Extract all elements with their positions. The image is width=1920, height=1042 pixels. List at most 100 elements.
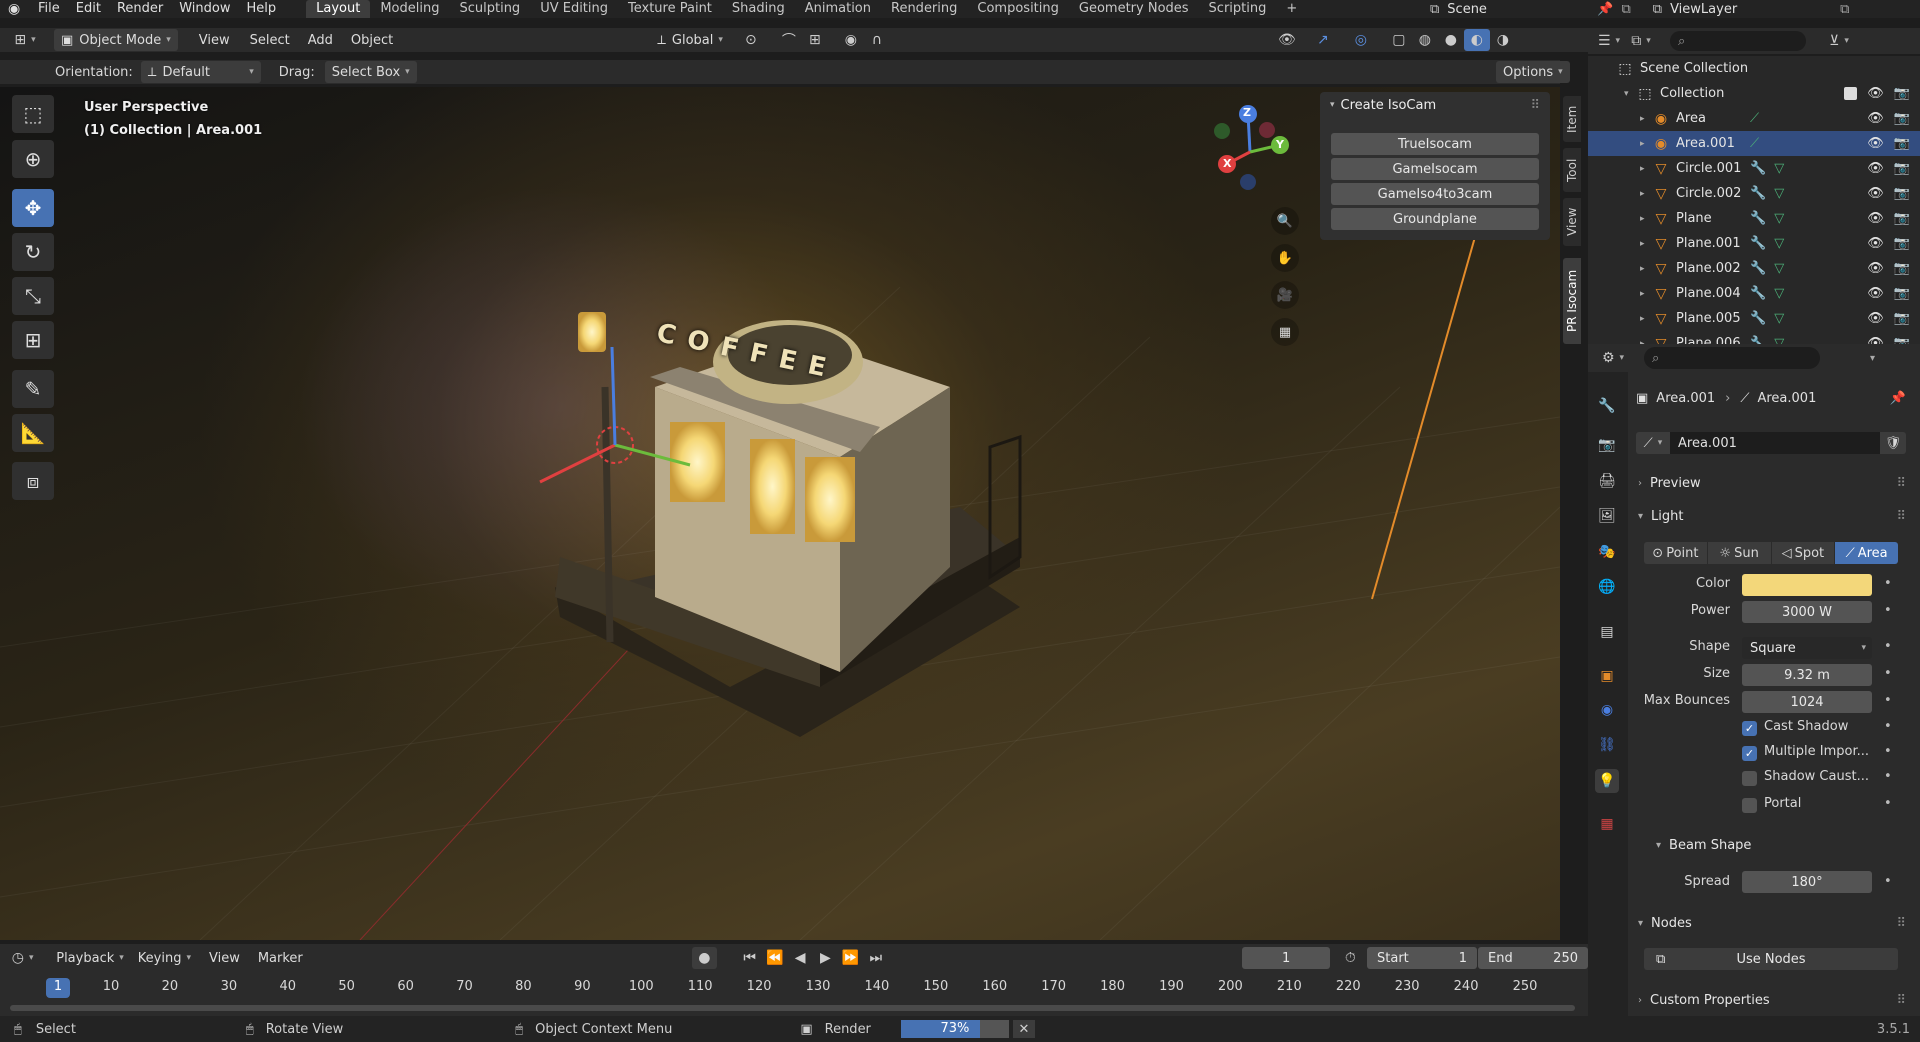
new-scene-icon[interactable]: ⧉ xyxy=(1621,2,1630,17)
timeline-scrollbar[interactable] xyxy=(10,1005,1575,1011)
modifier-icon[interactable]: 🔧 xyxy=(1750,236,1766,251)
drag-handle-icon[interactable]: ⠿ xyxy=(1896,476,1906,491)
record-icon[interactable]: ● xyxy=(691,947,718,969)
groundplane-button[interactable]: Groundplane xyxy=(1331,208,1539,230)
wireframe-shading-icon[interactable]: ◍ xyxy=(1412,29,1438,51)
light-data-icon[interactable]: ⟋ xyxy=(1750,111,1759,126)
menu-edit[interactable]: Edit xyxy=(68,0,109,18)
play-icon[interactable]: ▶ xyxy=(813,947,838,969)
falloff-icon[interactable]: ∩ xyxy=(864,29,890,51)
scale-tool[interactable]: ⤡ xyxy=(12,277,54,315)
snap-target-icon[interactable]: ⊞ xyxy=(802,29,828,51)
expand-arrow-icon[interactable]: ▸ xyxy=(1640,114,1652,124)
add-cube-tool[interactable]: ⧈ xyxy=(12,462,54,500)
modifier-icon[interactable]: 🔧 xyxy=(1750,211,1766,226)
expand-arrow-icon[interactable]: ▾ xyxy=(1624,89,1636,99)
tab-modeling[interactable]: Modeling xyxy=(370,0,449,18)
mesh-data-icon[interactable]: ▽ xyxy=(1774,236,1784,251)
prev-keyframe-icon[interactable]: ⏪ xyxy=(762,947,787,969)
move-tool[interactable]: ✥ xyxy=(12,189,54,227)
cast-shadow-checkbox[interactable]: ✓ xyxy=(1742,721,1757,736)
editor-type-icon[interactable]: ⊞ ▾ xyxy=(12,29,38,51)
modifier-icon[interactable]: 🔧 xyxy=(1750,261,1766,276)
annotate-tool[interactable]: ✎ xyxy=(12,370,54,408)
filter-icon[interactable]: ⊻ ▾ xyxy=(1826,30,1852,52)
texture-tab-icon[interactable]: ▦ xyxy=(1595,812,1619,836)
new-view-layer-icon[interactable]: ⧉ xyxy=(1840,2,1849,17)
tab-view[interactable]: View xyxy=(1563,198,1581,246)
tab-geometry-nodes[interactable]: Geometry Nodes xyxy=(1069,0,1199,18)
tab-animation[interactable]: Animation xyxy=(795,0,881,18)
camera-render-icon[interactable]: 📷 xyxy=(1894,311,1910,326)
pivot-icon[interactable]: ⊙ xyxy=(738,29,764,51)
camera-render-icon[interactable]: 📷 xyxy=(1894,161,1910,176)
scene-collection-row[interactable]: ⬚ Scene Collection xyxy=(1588,56,1920,81)
view-layer-name[interactable]: ViewLayer xyxy=(1670,2,1840,17)
menu-object[interactable]: Object xyxy=(344,29,400,51)
view-layer-tab-icon[interactable]: 🖼 xyxy=(1595,504,1619,528)
menu-keying[interactable]: Keying ▾ xyxy=(131,947,198,969)
gizmo-toggle-icon[interactable]: ↗ xyxy=(1310,29,1336,51)
drag-handle-icon[interactable]: ⠿ xyxy=(1530,98,1540,113)
ortho-toggle-icon[interactable]: ▦ xyxy=(1271,318,1299,346)
keyframe-dot-icon[interactable]: • xyxy=(1884,769,1892,784)
scene-icon[interactable]: ⧉ xyxy=(1430,2,1439,17)
light-data-tab-icon[interactable]: 💡 xyxy=(1595,769,1619,793)
world-tab-icon[interactable]: 🌐 xyxy=(1595,575,1619,599)
display-mode-icon[interactable]: ⧉ ▾ xyxy=(1628,30,1654,52)
drag-dropdown[interactable]: Select Box ▾ xyxy=(324,61,417,83)
datablock-selector[interactable]: ⟋ ▾ Area.001 🛡 xyxy=(1636,432,1906,454)
mesh-data-icon[interactable]: ▽ xyxy=(1774,211,1784,226)
add-workspace-button[interactable]: + xyxy=(1276,0,1307,18)
cancel-render-icon[interactable]: ✕ xyxy=(1012,1020,1035,1038)
material-shading-icon[interactable]: ◐ xyxy=(1463,29,1490,51)
solid-shading-icon[interactable]: ● xyxy=(1438,29,1464,51)
drag-handle-icon[interactable]: ⠿ xyxy=(1896,993,1906,1008)
expand-arrow-icon[interactable]: ▸ xyxy=(1640,264,1652,274)
render-tab-icon[interactable]: 📷 xyxy=(1595,433,1619,457)
menu-timeline-view[interactable]: View xyxy=(202,947,247,969)
tab-item[interactable]: Item xyxy=(1563,96,1581,142)
tab-scripting[interactable]: Scripting xyxy=(1199,0,1277,18)
overlay-toggle-icon[interactable]: ◎ xyxy=(1348,29,1374,51)
menu-playback[interactable]: Playback ▾ xyxy=(49,947,131,969)
menu-render[interactable]: Render xyxy=(109,0,171,18)
collection-tab-icon[interactable]: ▤ xyxy=(1595,620,1619,644)
tab-pr-isocam[interactable]: PR Isocam xyxy=(1563,258,1581,344)
tab-rendering[interactable]: Rendering xyxy=(881,0,967,18)
keyframe-dot-icon[interactable]: • xyxy=(1884,693,1892,708)
current-frame-field[interactable]: 1 xyxy=(1242,947,1330,969)
camera-render-icon[interactable]: 📷 xyxy=(1894,261,1910,276)
tab-texture-paint[interactable]: Texture Paint xyxy=(618,0,722,18)
eye-icon[interactable]: 👁 xyxy=(1867,111,1884,126)
view-layer-icon[interactable]: ⧉ xyxy=(1653,2,1662,17)
scene-tab-icon[interactable]: 🎭 xyxy=(1595,540,1619,564)
zoom-icon[interactable]: 🔍 xyxy=(1271,207,1299,235)
eye-icon[interactable]: 👁 xyxy=(1867,261,1884,276)
camera-render-icon[interactable]: 📷 xyxy=(1894,211,1910,226)
mesh-data-icon[interactable]: ▽ xyxy=(1774,286,1784,301)
jump-start-icon[interactable]: ⏮ xyxy=(737,947,762,969)
outliner-row[interactable]: ▸ ▽ Plane.002 🔧 ▽ 👁 📷 xyxy=(1588,256,1920,281)
menu-select[interactable]: Select xyxy=(243,29,297,51)
mesh-data-icon[interactable]: ▽ xyxy=(1774,186,1784,201)
pin-icon[interactable]: 📌 xyxy=(1597,2,1613,17)
eye-icon[interactable]: 👁 xyxy=(1867,136,1884,151)
pin-icon[interactable]: 📌 xyxy=(1890,391,1906,406)
camera-render-icon[interactable]: 📷 xyxy=(1894,136,1910,151)
physics-tab-icon[interactable]: ◉ xyxy=(1595,698,1619,722)
light-type-sun[interactable]: ☼ Sun xyxy=(1707,542,1771,564)
rotate-tool[interactable]: ↻ xyxy=(12,233,54,271)
expand-arrow-icon[interactable]: ▸ xyxy=(1640,289,1652,299)
outliner-search-field[interactable]: ⌕ xyxy=(1670,31,1806,51)
keyframe-dot-icon[interactable]: • xyxy=(1884,603,1892,618)
camera-render-icon[interactable]: 📷 xyxy=(1894,236,1910,251)
xray-icon[interactable]: ▢ xyxy=(1386,29,1412,51)
camera-render-icon[interactable]: 📷 xyxy=(1894,186,1910,201)
menu-help[interactable]: Help xyxy=(239,0,285,18)
max-bounces-field[interactable]: 1024 xyxy=(1742,691,1872,713)
expand-arrow-icon[interactable]: ▸ xyxy=(1640,189,1652,199)
tab-uv-editing[interactable]: UV Editing xyxy=(530,0,618,18)
collection-row[interactable]: ▾ ⬚ Collection 👁 📷 xyxy=(1588,81,1920,106)
expand-arrow-icon[interactable]: ▸ xyxy=(1640,139,1652,149)
